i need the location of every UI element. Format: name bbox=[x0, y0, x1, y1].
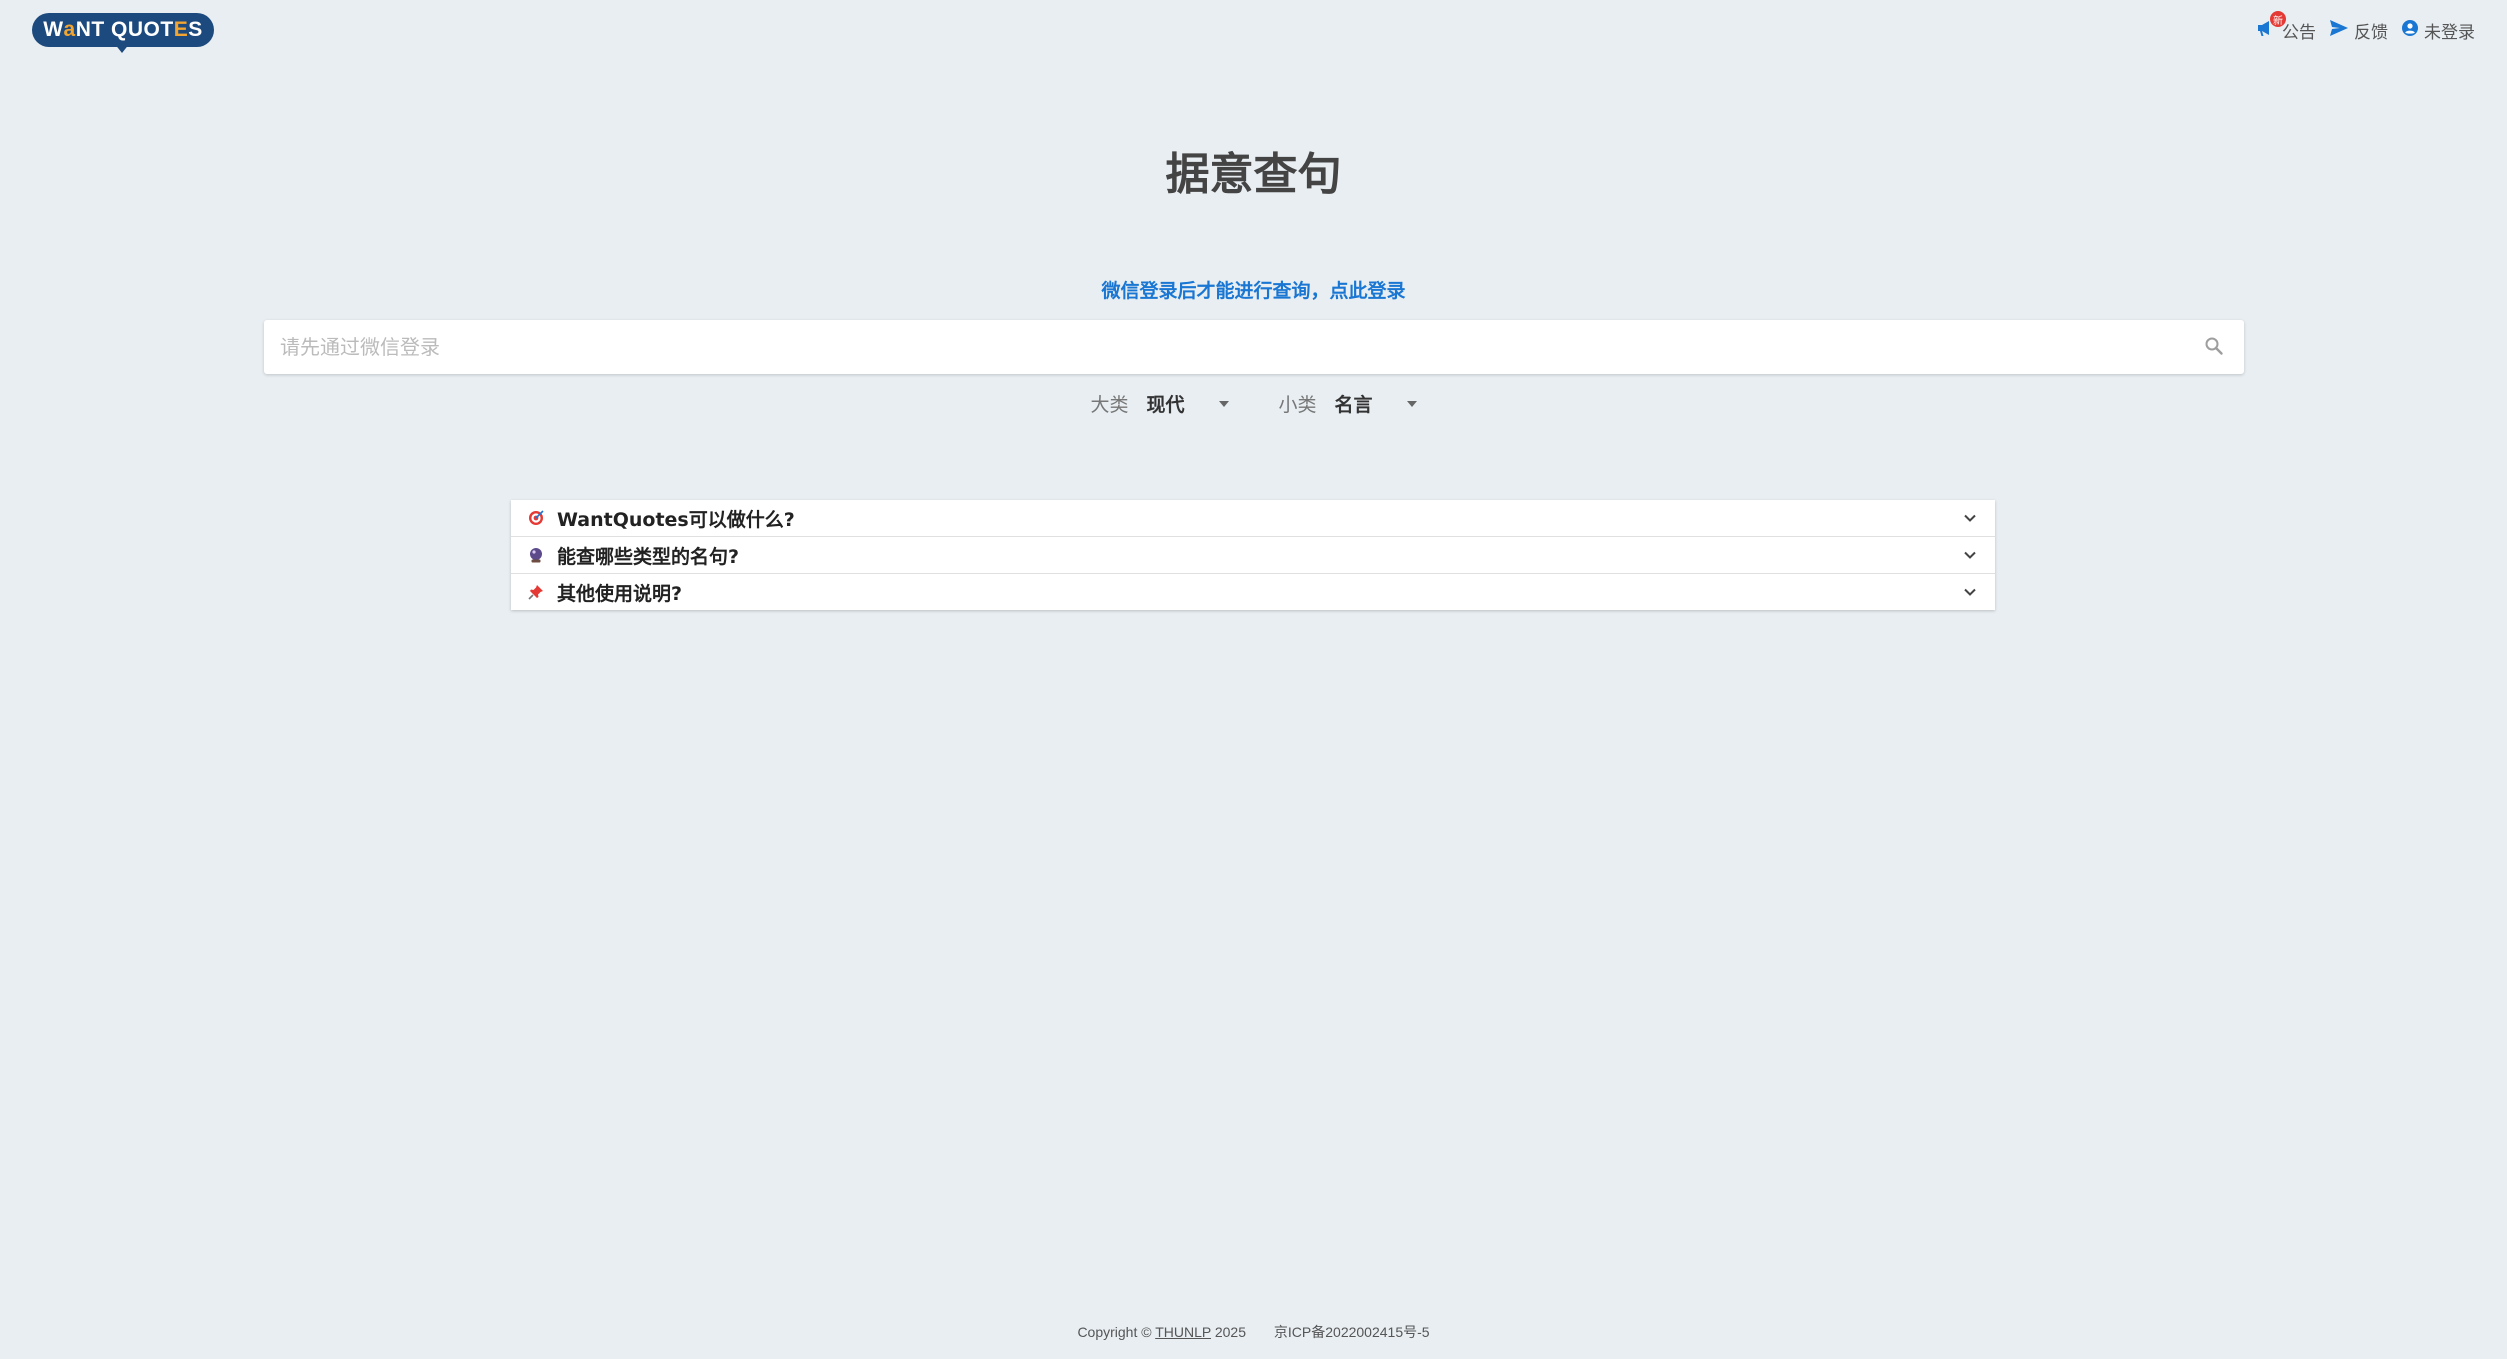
search-icon[interactable] bbox=[2204, 336, 2224, 360]
top-nav: 新 公告 反馈 未登录 bbox=[2256, 11, 2475, 43]
subcategory-label: 小类 bbox=[1278, 394, 1317, 416]
page-title: 据意查句 bbox=[1165, 149, 1342, 200]
category-select[interactable]: 现代 bbox=[1146, 390, 1229, 417]
copyright-prefix: Copyright © bbox=[1077, 1324, 1152, 1340]
logo[interactable]: Wa NT QUOT E S bbox=[32, 13, 214, 53]
announcement-button[interactable]: 新 公告 bbox=[2256, 11, 2316, 43]
faq-title: 其他使用说明? bbox=[557, 582, 683, 605]
announcement-label: 公告 bbox=[2282, 23, 2316, 43]
login-status-button[interactable]: 未登录 bbox=[2402, 18, 2475, 43]
icp-link[interactable]: 京ICP备2022002415号-5 bbox=[1274, 1324, 1430, 1340]
faq-item-other-usage[interactable]: 其他使用说明? bbox=[511, 574, 1995, 610]
faq-title: WantQuotes可以做什么? bbox=[557, 508, 795, 531]
chevron-down-icon bbox=[1961, 509, 1979, 527]
category-filter: 大类 现代 bbox=[1090, 390, 1229, 417]
dropdown-caret-icon bbox=[1218, 400, 1229, 407]
feedback-label: 反馈 bbox=[2354, 23, 2388, 43]
thunlp-link[interactable]: THUNLP bbox=[1155, 1324, 1211, 1340]
faq-item-quote-types[interactable]: 能查哪些类型的名句? bbox=[511, 537, 1995, 574]
dropdown-caret-icon bbox=[1406, 400, 1417, 407]
search-input[interactable] bbox=[264, 320, 2196, 374]
copyright-year: 2025 bbox=[1214, 1324, 1247, 1340]
chevron-down-icon bbox=[1961, 583, 1979, 601]
logo-text: Wa NT QUOT E S bbox=[32, 13, 214, 47]
new-badge: 新 bbox=[2270, 11, 2286, 27]
category-value: 现代 bbox=[1146, 394, 1185, 416]
logo-speech-tail bbox=[114, 43, 130, 53]
target-icon bbox=[527, 509, 545, 527]
wechat-login-link[interactable]: 微信登录后才能进行查询，点此登录 bbox=[0, 276, 2507, 303]
login-status-label: 未登录 bbox=[2424, 23, 2475, 43]
faq-item-what-can-it-do[interactable]: WantQuotes可以做什么? bbox=[511, 500, 1995, 537]
subcategory-select[interactable]: 名言 bbox=[1335, 390, 1417, 417]
filter-bar: 大类 现代 小类 名言 bbox=[0, 390, 2507, 417]
crystal-ball-icon bbox=[527, 546, 545, 564]
subcategory-value: 名言 bbox=[1334, 394, 1373, 416]
faq-title: 能查哪些类型的名句? bbox=[557, 545, 740, 568]
user-circle-icon bbox=[2402, 20, 2418, 41]
footer: Copyright © THUNLP 2025 京ICP备2022002415号… bbox=[0, 1322, 2507, 1342]
search-box bbox=[264, 320, 2244, 374]
faq-accordion: WantQuotes可以做什么? 能查哪些类型的名句? 其他使用说明? bbox=[511, 500, 1995, 610]
send-icon bbox=[2330, 20, 2348, 41]
pushpin-icon bbox=[527, 583, 545, 601]
feedback-button[interactable]: 反馈 bbox=[2330, 18, 2388, 43]
megaphone-icon: 新 bbox=[2256, 11, 2286, 42]
chevron-down-icon bbox=[1961, 546, 1979, 564]
category-label: 大类 bbox=[1090, 394, 1129, 416]
subcategory-filter: 小类 名言 bbox=[1279, 390, 1417, 417]
